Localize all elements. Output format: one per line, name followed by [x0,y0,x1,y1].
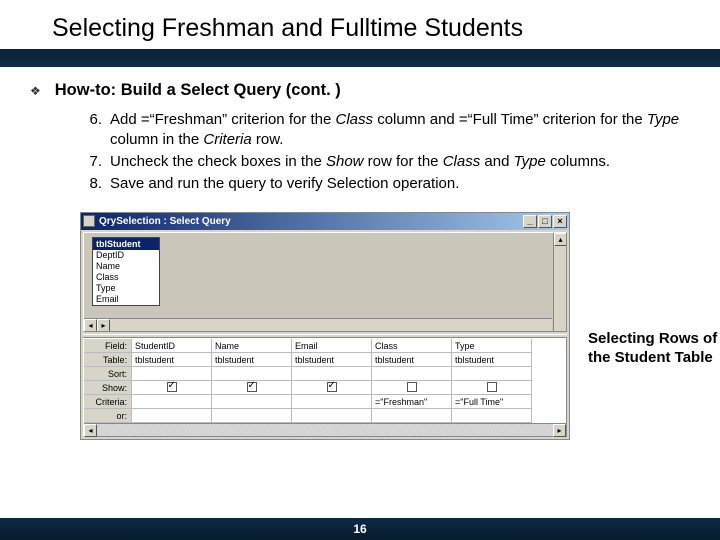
show-cell[interactable] [212,381,292,395]
window-title: QrySelection : Select Query [99,216,522,227]
sort-cell[interactable] [292,367,372,381]
step-number: 8. [80,174,102,194]
horizontal-scrollbar[interactable]: ◂ ▸ [84,318,552,331]
figure-caption: Selecting Rows of the Student Table [588,330,720,368]
criteria-cell[interactable] [132,395,212,409]
query-window: QrySelection : Select Query _ □ × tblStu… [80,212,570,440]
scroll-left-icon[interactable]: ◂ [84,424,97,437]
sort-cell[interactable] [212,367,292,381]
show-checkbox[interactable] [487,382,497,392]
close-button[interactable]: × [553,215,567,228]
step-list: 6.Add =“Freshman” criterion for the Clas… [30,100,690,194]
field-cell[interactable]: StudentID [132,339,212,353]
slide-footer: 16 [0,518,720,540]
table-box[interactable]: tblStudent DeptIDNameClassTypeEmail [92,237,160,306]
sort-cell[interactable] [452,367,532,381]
table-cell[interactable]: tblstudent [292,353,372,367]
subtitle: How-to: Build a Select Query (cont. ) [55,81,341,100]
row-label: Table: [84,353,132,367]
row-label: Show: [84,381,132,395]
show-cell[interactable] [132,381,212,395]
criteria-cell[interactable]: ="Freshman" [372,395,452,409]
titlebar: QrySelection : Select Query _ □ × [81,213,569,230]
table-cell[interactable]: tblstudent [372,353,452,367]
criteria-cell[interactable] [212,395,292,409]
or-cell[interactable] [132,409,212,423]
field-cell[interactable]: Type [452,339,532,353]
show-checkbox[interactable] [247,382,257,392]
table-cell[interactable]: tblstudent [132,353,212,367]
step-item: 6.Add =“Freshman” criterion for the Clas… [80,110,690,150]
scroll-left-icon[interactable]: ◂ [84,319,97,332]
show-checkbox[interactable] [167,382,177,392]
step-text: Add =“Freshman” criterion for the Class … [110,110,690,150]
step-item: 7. Uncheck the check boxes in the Show ro… [80,152,690,172]
or-cell[interactable] [452,409,532,423]
field-item[interactable]: Email [93,294,159,305]
field-cell[interactable]: Class [372,339,452,353]
maximize-button[interactable]: □ [538,215,552,228]
field-item[interactable]: Type [93,283,159,294]
step-number: 7. [80,152,102,172]
show-cell[interactable] [372,381,452,395]
app-icon [83,215,95,227]
vertical-scrollbar[interactable]: ▴ [553,233,566,331]
step-text: Save and run the query to verify Selecti… [110,174,459,194]
criteria-cell[interactable] [292,395,372,409]
step-text: Uncheck the check boxes in the Show row … [110,152,610,172]
field-item[interactable]: Class [93,272,159,283]
field-cell[interactable]: Email [292,339,372,353]
table-cell[interactable]: tblstudent [212,353,292,367]
show-checkbox[interactable] [407,382,417,392]
row-label: Criteria: [84,395,132,409]
criteria-cell[interactable]: ="Full Time" [452,395,532,409]
or-cell[interactable] [372,409,452,423]
minimize-button[interactable]: _ [523,215,537,228]
scroll-up-icon[interactable]: ▴ [554,233,567,246]
field-item[interactable]: Name [93,261,159,272]
row-label: or: [84,409,132,423]
scroll-right-icon[interactable]: ▸ [553,424,566,437]
table-pane: tblStudent DeptIDNameClassTypeEmail ▴ ◂ … [83,232,567,332]
slide-title: Selecting Freshman and Fulltime Students [52,14,720,43]
sort-cell[interactable] [132,367,212,381]
scroll-right-icon[interactable]: ▸ [97,319,110,332]
table-name: tblStudent [93,238,159,250]
show-checkbox[interactable] [327,382,337,392]
field-item[interactable]: DeptID [93,250,159,261]
table-cell[interactable]: tblstudent [452,353,532,367]
or-cell[interactable] [292,409,372,423]
step-number: 6. [80,110,102,150]
show-cell[interactable] [452,381,532,395]
sort-cell[interactable] [372,367,452,381]
design-grid-pane: Field:StudentIDNameEmailClassTypeTable:t… [83,338,567,437]
row-label: Field: [84,339,132,353]
row-label: Sort: [84,367,132,381]
field-cell[interactable]: Name [212,339,292,353]
step-item: 8. Save and run the query to verify Selec… [80,174,690,194]
or-cell[interactable] [212,409,292,423]
show-cell[interactable] [292,381,372,395]
bullet-icon: ❖ [30,84,41,98]
page-number: 16 [353,522,366,536]
title-underline [0,49,720,67]
grid-scrollbar[interactable]: ◂ ▸ [84,423,566,436]
design-grid: Field:StudentIDNameEmailClassTypeTable:t… [84,339,566,423]
